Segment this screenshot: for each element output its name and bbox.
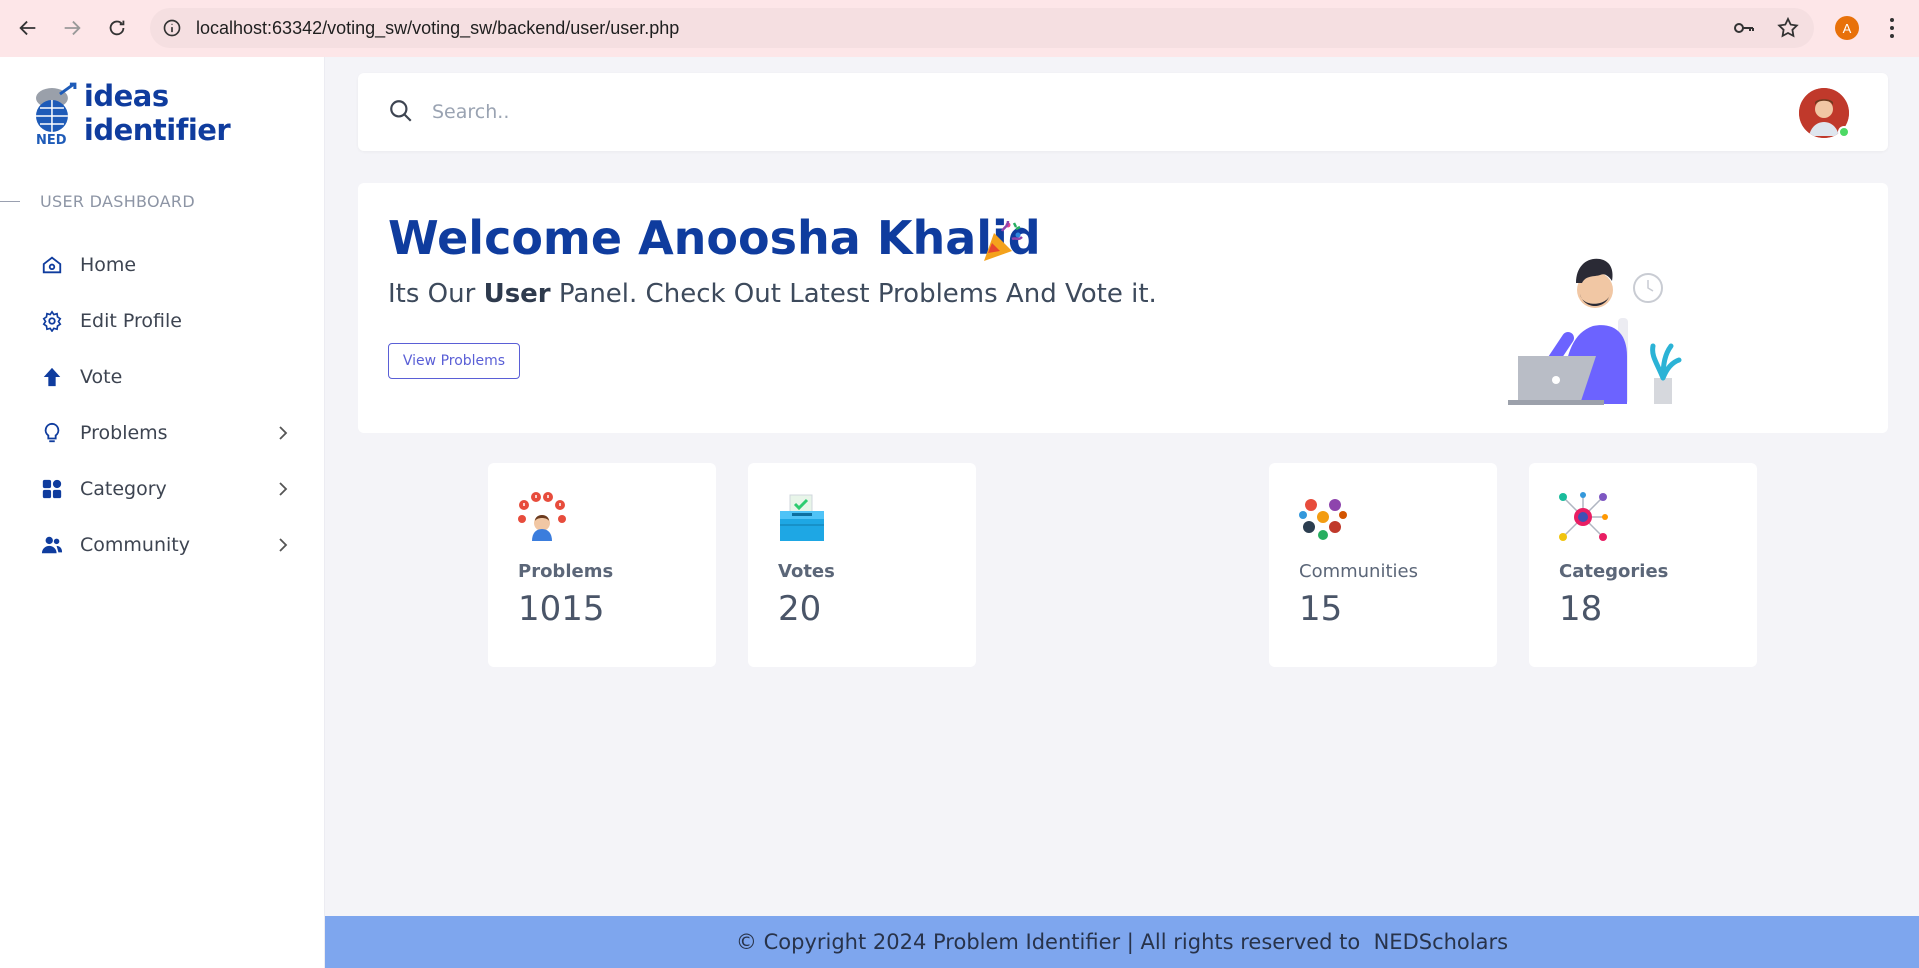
sidebar-item-label: Community (80, 534, 190, 556)
stat-label: Communities (1299, 561, 1418, 582)
sidebar-item-label: Vote (80, 366, 123, 388)
sidebar-item-edit-profile[interactable]: Edit Profile (0, 293, 325, 349)
welcome-title: Welcome Anoosha Khalid (388, 211, 1041, 265)
key-icon[interactable] (1732, 16, 1756, 40)
users-icon (40, 533, 64, 557)
section-title: USER DASHBOARD (40, 192, 195, 211)
subtitle-prefix: Its Our (388, 279, 484, 309)
sidebar-item-problems[interactable]: Problems (0, 405, 325, 461)
back-button[interactable] (14, 14, 42, 42)
subtitle-suffix: Panel. Check Out Latest Problems And Vot… (550, 279, 1157, 309)
sidebar-item-label: Category (80, 478, 167, 500)
arrow-up-icon (40, 365, 64, 389)
sidebar-item-vote[interactable]: Vote (0, 349, 325, 405)
brand-name: ideas identifier (83, 79, 231, 147)
reload-button[interactable] (103, 14, 131, 42)
reload-icon (109, 20, 125, 36)
grid-icon (40, 477, 64, 501)
view-problems-button[interactable]: View Problems (388, 343, 520, 379)
community-icon (1299, 499, 1347, 540)
chevron-right-icon (279, 426, 288, 440)
stat-label: Votes (778, 561, 835, 582)
sidebar: NED ideas identifier USER DASHBOARD Home… (0, 57, 325, 968)
welcome-subtitle: Its Our User Panel. Check Out Latest Pro… (388, 279, 1157, 309)
browser-profile-avatar[interactable]: A (1835, 16, 1859, 40)
man-with-laptop-illustration (1508, 258, 1682, 405)
sidebar-item-community[interactable]: Community (0, 517, 325, 573)
more-menu-icon[interactable] (1880, 14, 1904, 42)
sidebar-item-home[interactable]: Home (0, 237, 325, 293)
section-divider (0, 201, 20, 202)
browser-toolbar: localhost:63342/voting_sw/voting_sw/back… (0, 0, 1919, 57)
info-icon[interactable] (162, 18, 182, 38)
stat-card-votes[interactable]: Votes 20 (748, 463, 976, 667)
search-input[interactable] (432, 93, 1332, 131)
address-bar[interactable]: localhost:63342/voting_sw/voting_sw/back… (150, 8, 1814, 48)
stat-card-problems[interactable]: Problems 1015 (488, 463, 716, 667)
search-icon[interactable] (388, 98, 414, 124)
brand[interactable]: NED ideas identifier (32, 79, 324, 147)
footer-copyright: © Copyright 2024 Problem Identifier | Al… (735, 930, 1509, 954)
stat-value: 20 (778, 589, 822, 629)
sidebar-item-label: Home (80, 254, 137, 276)
welcome-card: Welcome Anoosha Khalid Its Our User Pane… (358, 183, 1888, 433)
stat-value: 18 (1559, 589, 1603, 629)
stat-label: Categories (1559, 561, 1669, 582)
top-search-bar (358, 73, 1888, 151)
ned-logo-icon: NED (35, 82, 77, 146)
categories-icon (1559, 492, 1608, 541)
sidebar-menu: Home Edit Profile Vote Problems Category… (0, 237, 325, 573)
sidebar-item-label: Problems (80, 422, 168, 444)
chevron-right-icon (279, 538, 288, 552)
url-text[interactable]: localhost:63342/voting_sw/voting_sw/back… (196, 18, 679, 39)
stat-value: 1015 (518, 589, 605, 629)
home-icon (40, 253, 64, 277)
stat-label: Problems (518, 561, 614, 582)
sidebar-item-category[interactable]: Category (0, 461, 325, 517)
arrow-right-icon (64, 20, 81, 36)
arrow-left-icon (19, 20, 36, 36)
subtitle-bold: User (483, 279, 551, 309)
ballot-box-icon (780, 494, 824, 541)
party-popper-icon (984, 220, 1023, 261)
sidebar-item-label: Edit Profile (80, 310, 182, 332)
gear-icon (40, 309, 64, 333)
lightbulb-icon (40, 421, 64, 445)
stat-value: 15 (1299, 589, 1343, 629)
footer: © Copyright 2024 Problem Identifier | Al… (325, 916, 1919, 968)
chevron-right-icon (279, 482, 288, 496)
problems-icon (518, 492, 566, 541)
forward-button[interactable] (58, 14, 86, 42)
stat-card-communities[interactable]: Communities 15 (1269, 463, 1497, 667)
star-icon[interactable] (1776, 16, 1800, 40)
online-status-indicator (1838, 126, 1850, 138)
svg-text:NED: NED (36, 133, 67, 146)
stat-card-categories[interactable]: Categories 18 (1529, 463, 1757, 667)
